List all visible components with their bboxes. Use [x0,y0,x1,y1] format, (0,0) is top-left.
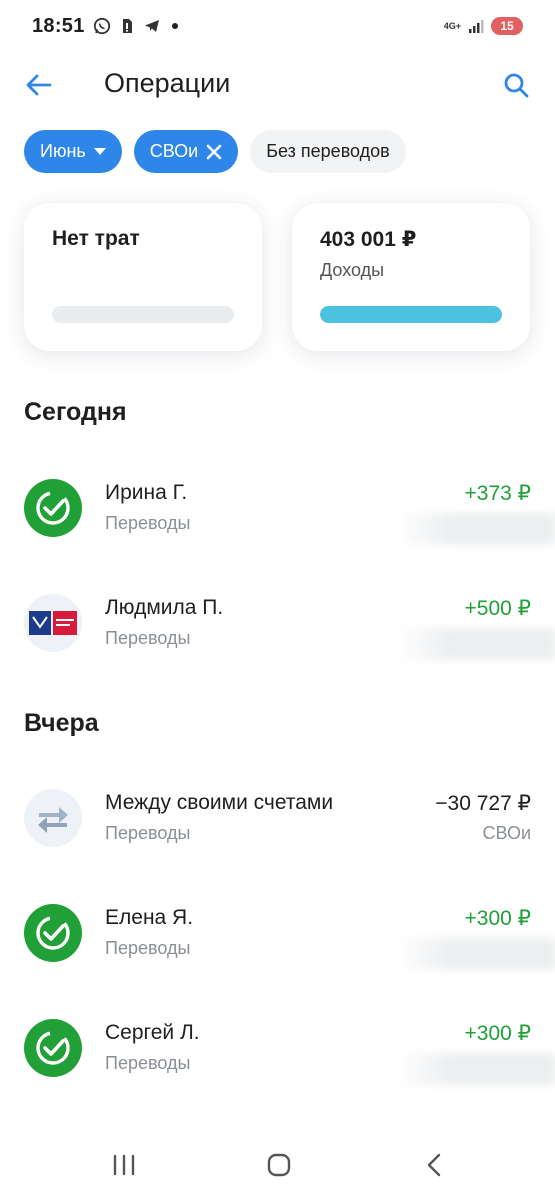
section-title-yesterday: Вчера [24,709,99,737]
no-transfers-label: Без переводов [266,141,390,161]
transaction-row[interactable]: Людмила П. Переводы +500 ₽ [0,578,555,668]
transaction-row[interactable]: Сергей Л. Переводы +300 ₽ [0,1003,555,1093]
transaction-amount: +300 ₽ [464,907,532,930]
telegram-icon [143,17,161,35]
pochta-bank-logo [24,594,82,652]
income-progress-fill [320,306,502,323]
recent-apps-icon [113,1154,135,1176]
transaction-account: СВОи [482,823,531,843]
transaction-name: Ирина Г. [105,481,188,504]
transaction-name: Людмила П. [105,596,224,619]
transaction-category: Переводы [105,628,191,648]
whatsapp-icon [93,17,111,35]
search-icon [504,73,529,98]
sim-icon [118,17,136,35]
page-title: Операции [104,68,231,98]
search-button[interactable] [499,68,533,102]
blurred-region [395,513,555,545]
sber-check-icon [24,479,82,537]
home-icon [267,1153,291,1177]
transaction-amount: +373 ₽ [464,482,532,505]
account-filter-label: СВОи [149,141,199,161]
app-header: Операции [0,56,555,114]
transaction-name: Елена Я. [105,906,194,929]
expenses-progress-bar [52,306,234,323]
income-amount: 403 001 ₽ [320,228,417,251]
status-time: 18:51 [32,14,85,37]
status-system-icons: 4G+ 15 [444,17,523,35]
transaction-amount: +300 ₽ [464,1022,532,1045]
account-filter-chip[interactable]: СВОи [133,130,239,173]
income-card[interactable]: 403 001 ₽ Доходы [292,203,530,351]
sber-check-icon [24,904,82,962]
transaction-row[interactable]: Между своими счетами Переводы −30 727 ₽ … [0,773,555,863]
transaction-category: Переводы [105,513,191,533]
blurred-region [395,938,555,970]
transaction-amount: +500 ₽ [464,597,532,620]
transaction-category: Переводы [105,823,191,843]
transaction-row[interactable]: Елена Я. Переводы +300 ₽ [0,888,555,978]
month-filter-label: Июнь [40,141,86,161]
income-label: Доходы [320,260,385,280]
recent-apps-button[interactable] [104,1148,144,1182]
home-button[interactable] [259,1148,299,1182]
transfer-arrows-icon [24,789,82,847]
status-bar: 18:51 4G+ 15 [0,0,555,52]
nav-back-icon [427,1153,441,1177]
system-nav-bar [0,1130,555,1200]
filter-chips: Июнь СВОи Без переводов [24,130,406,173]
month-filter-chip[interactable]: Июнь [24,130,122,173]
transaction-category: Переводы [105,1053,191,1073]
back-button[interactable] [22,68,56,102]
blurred-region [395,628,555,660]
close-icon[interactable] [206,144,222,160]
caret-down-icon [93,147,106,156]
summary-cards: Нет трат 403 001 ₽ Доходы [24,203,530,351]
arrow-left-icon [26,74,52,96]
nav-back-button[interactable] [414,1148,454,1182]
network-type-label: 4G+ [443,20,461,31]
transaction-row[interactable]: Ирина Г. Переводы +373 ₽ [0,463,555,553]
transaction-amount: −30 727 ₽ [435,792,531,815]
transaction-name: Сергей Л. [105,1021,200,1044]
income-progress-bar [320,306,502,323]
no-transfers-chip[interactable]: Без переводов [250,130,406,173]
blurred-region [395,1053,555,1085]
expenses-title: Нет трат [52,227,140,250]
transaction-category: Переводы [105,938,191,958]
transaction-name: Между своими счетами [105,791,334,814]
status-more-dot [171,23,178,29]
sber-check-icon [24,1019,82,1077]
status-notification-icons [93,17,178,35]
battery-indicator: 15 [491,17,523,35]
signal-icon [467,17,485,35]
section-title-today: Сегодня [24,398,127,426]
expenses-card[interactable]: Нет трат [24,203,262,351]
